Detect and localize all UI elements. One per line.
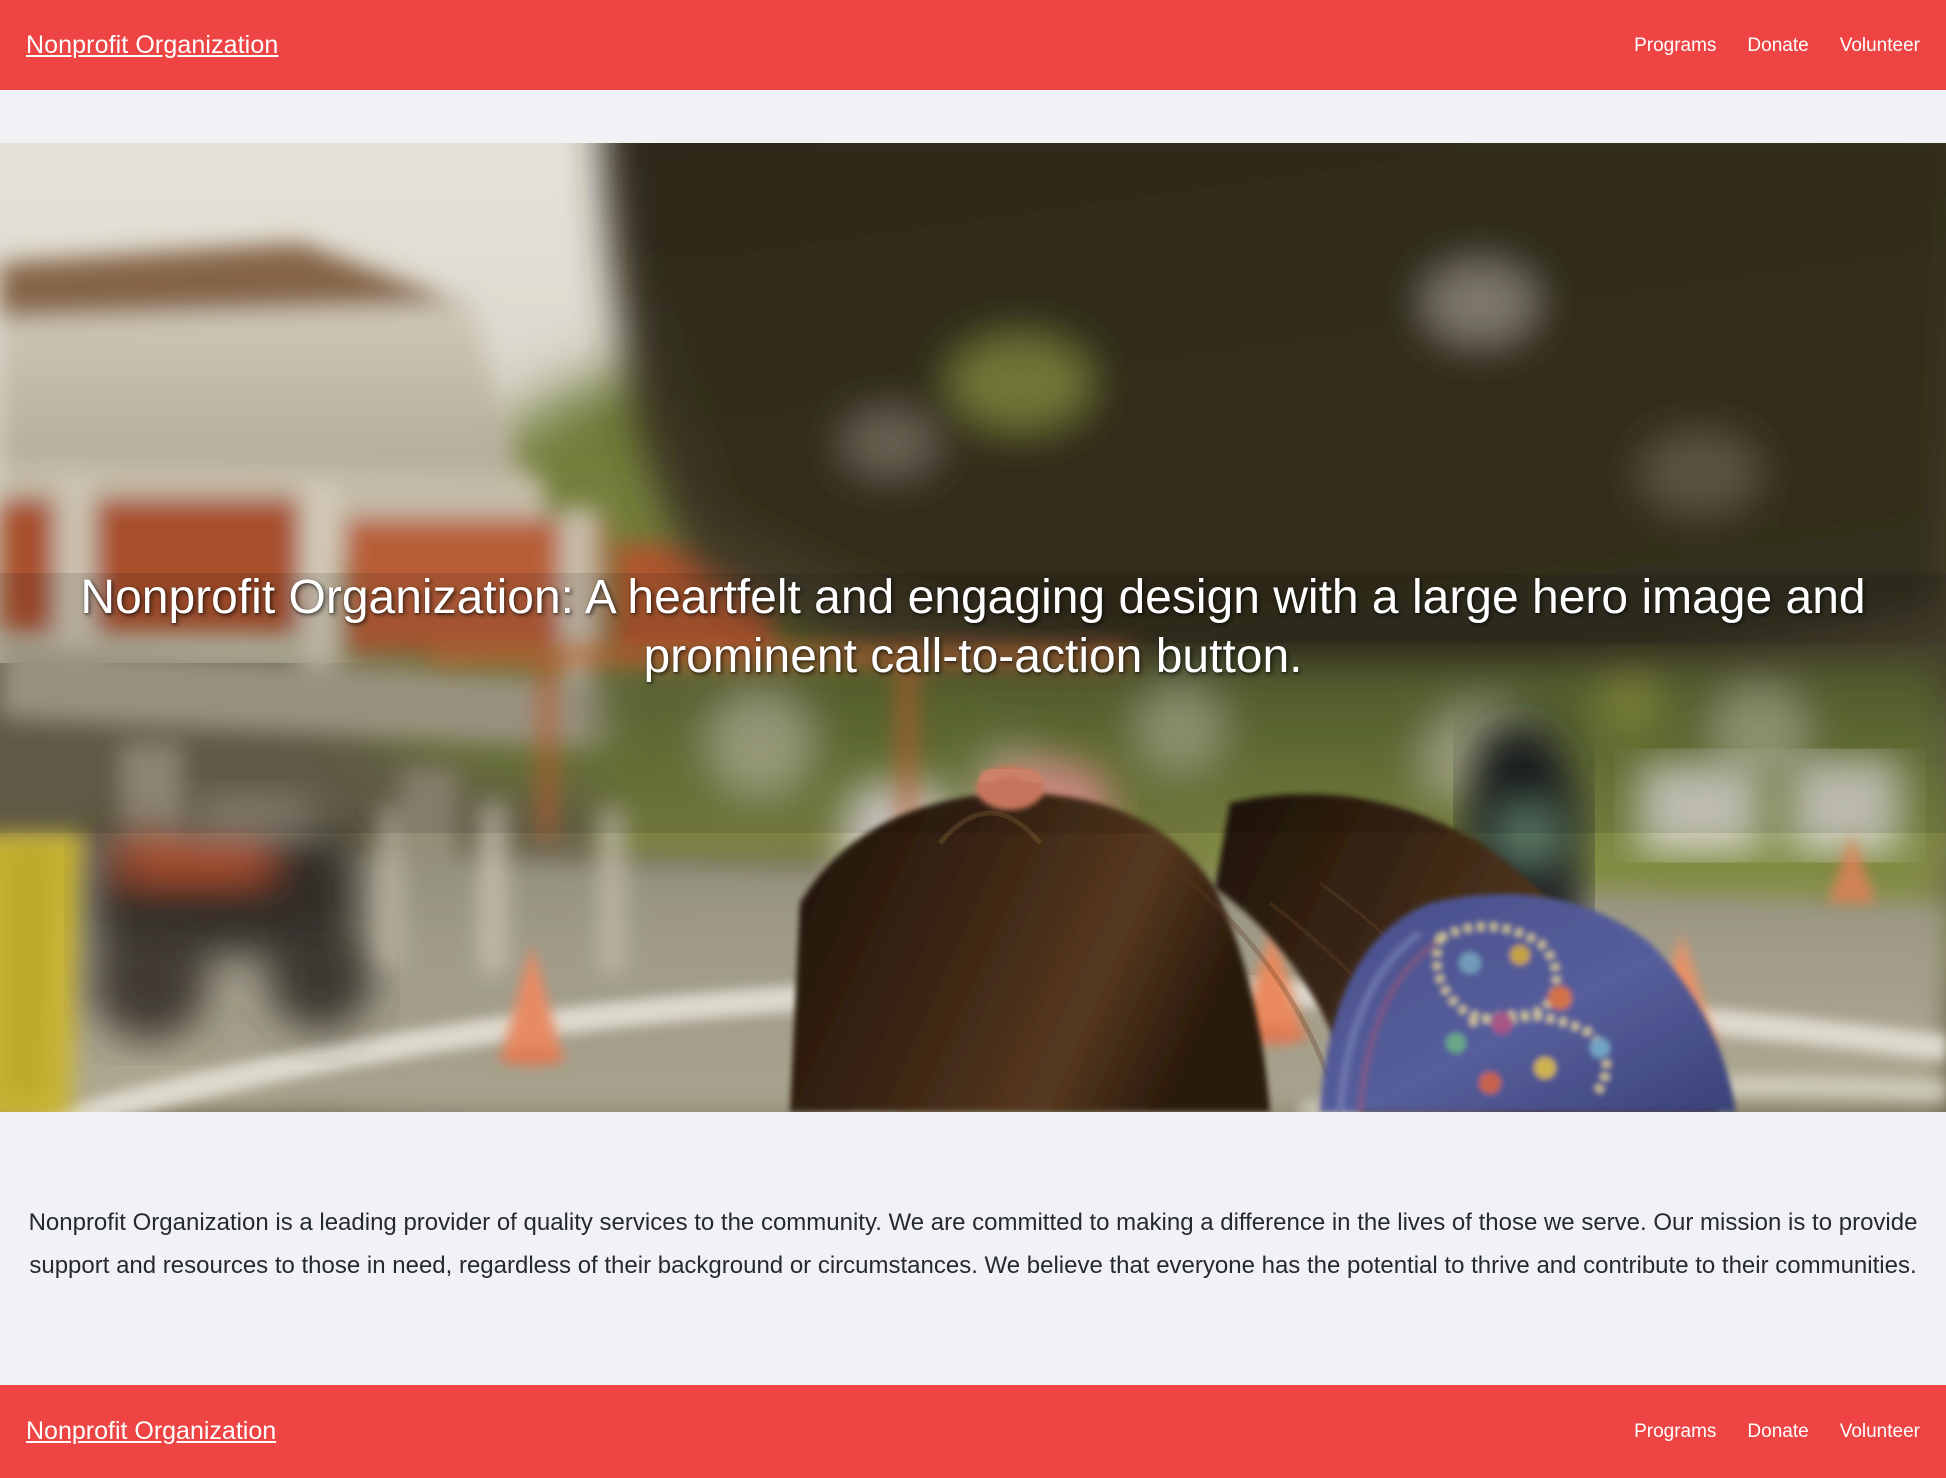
footer-link-donate[interactable]: Donate <box>1747 1422 1808 1441</box>
nav-link-volunteer[interactable]: Volunteer <box>1840 36 1920 55</box>
header-nav: Programs Donate Volunteer <box>1634 36 1920 55</box>
footer-link-programs[interactable]: Programs <box>1634 1422 1716 1441</box>
header-spacer <box>0 90 1946 143</box>
hero-content: Nonprofit Organization: A heartfelt and … <box>0 143 1946 1112</box>
hero-headline: Nonprofit Organization: A heartfelt and … <box>80 570 1866 683</box>
site-header: Nonprofit Organization Programs Donate V… <box>0 0 1946 90</box>
footer-nav: Programs Donate Volunteer <box>1634 1422 1920 1441</box>
about-section: Nonprofit Organization is a leading prov… <box>0 1112 1946 1385</box>
about-paragraph: Nonprofit Organization is a leading prov… <box>28 1208 1918 1279</box>
site-footer: Nonprofit Organization Programs Donate V… <box>0 1385 1946 1478</box>
footer-brand-logo[interactable]: Nonprofit Organization <box>26 1419 276 1444</box>
hero-section: Nonprofit Organization: A heartfelt and … <box>0 143 1946 1112</box>
header-brand-logo[interactable]: Nonprofit Organization <box>26 32 278 58</box>
nav-link-programs[interactable]: Programs <box>1634 36 1716 55</box>
footer-link-volunteer[interactable]: Volunteer <box>1840 1422 1920 1441</box>
nav-link-donate[interactable]: Donate <box>1747 36 1808 55</box>
page-root: Nonprofit Organization Programs Donate V… <box>0 0 1946 1478</box>
